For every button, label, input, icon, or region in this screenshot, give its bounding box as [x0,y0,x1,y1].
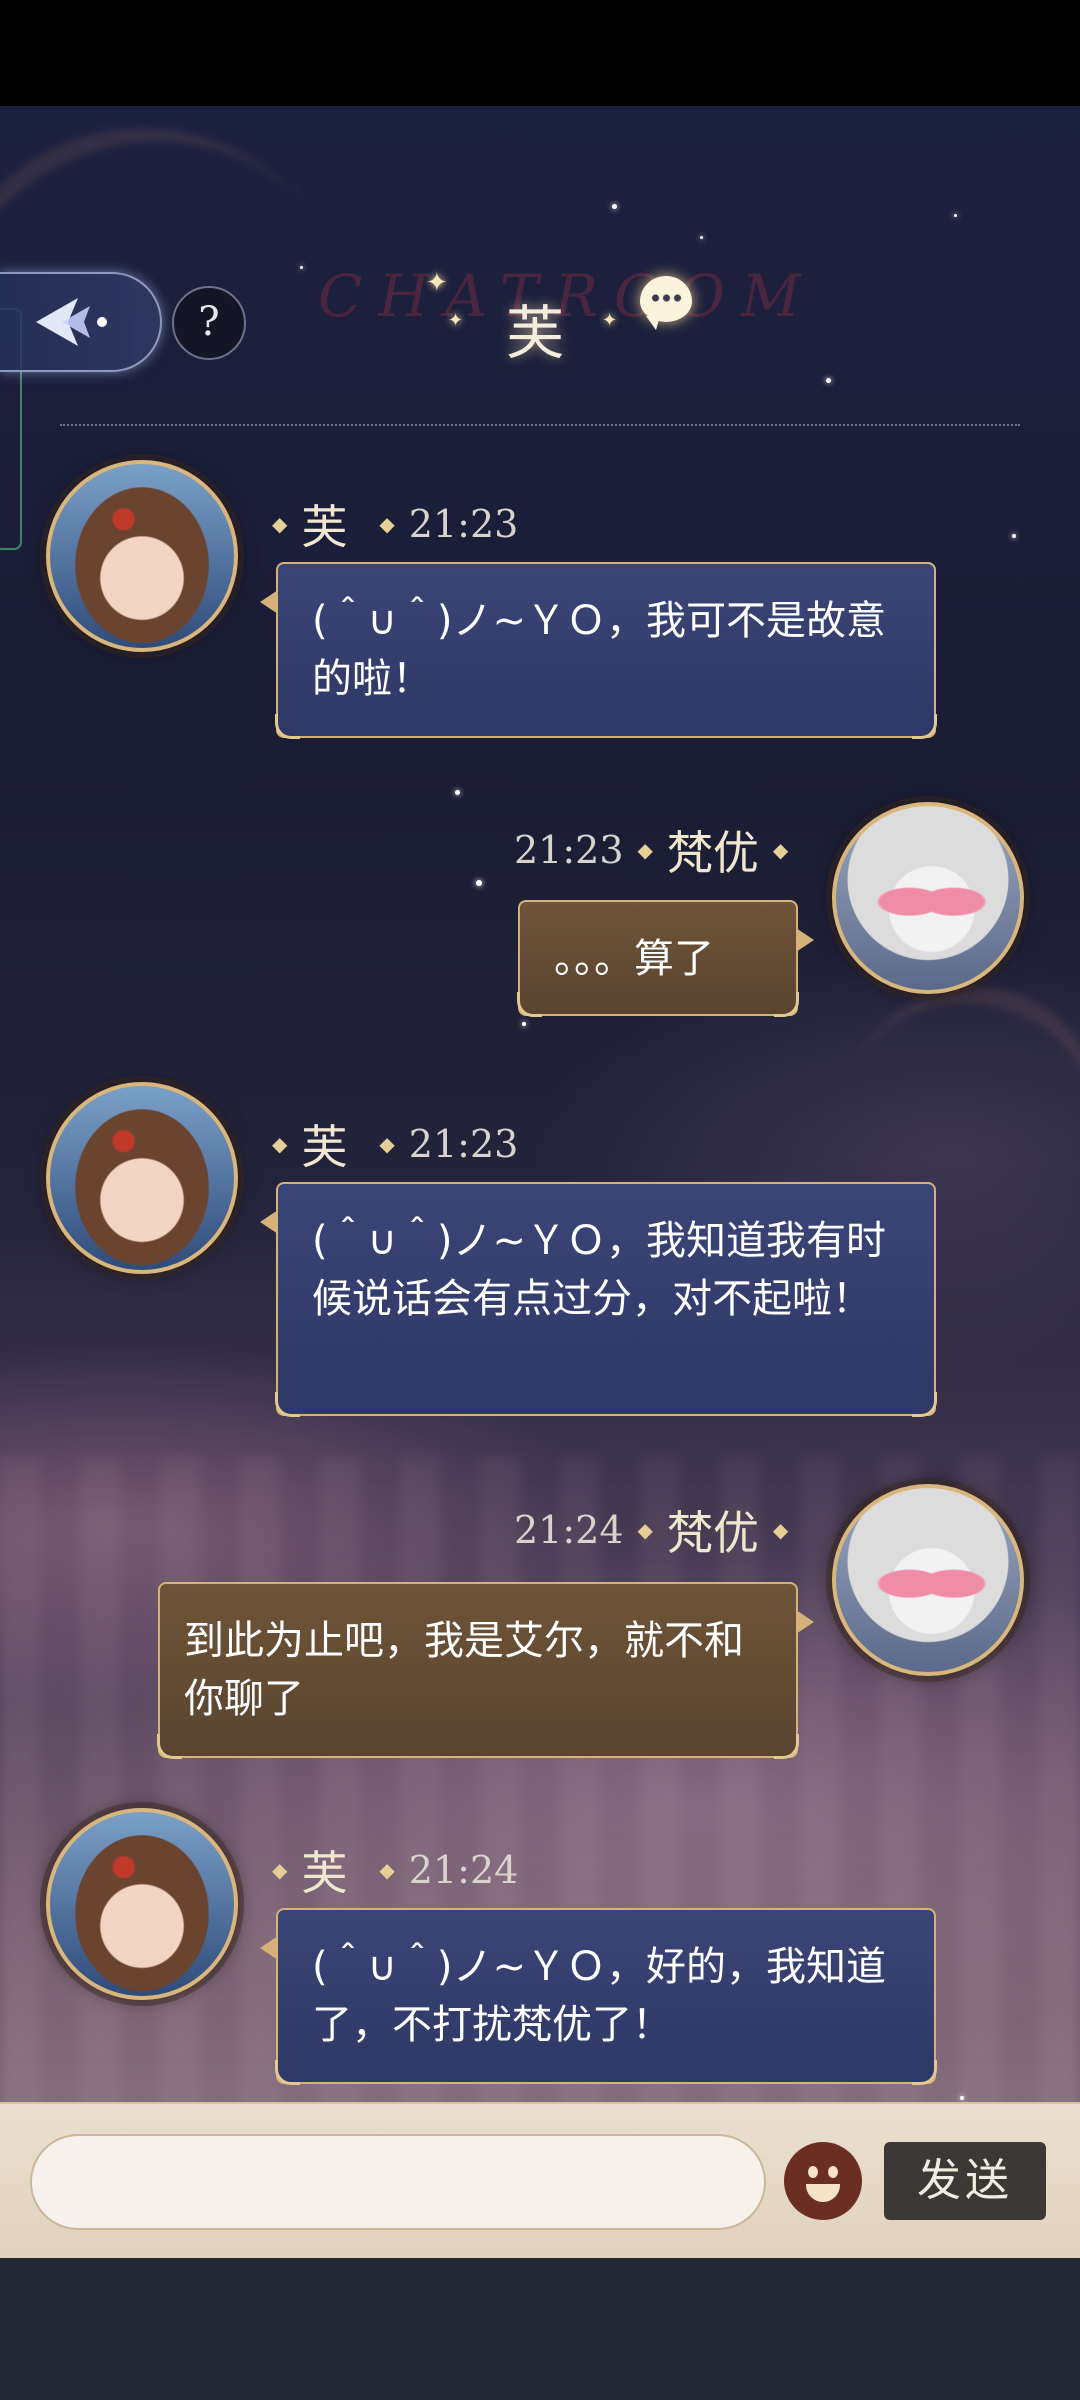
avatar-fanyou[interactable] [832,802,1024,994]
sender-name: 芙 [301,1846,348,1900]
message-text: 到此为止吧，我是艾尔，就不和你聊了 [184,1618,744,1722]
chat-title: 芙 [505,299,564,367]
header-divider [60,424,1020,426]
message-meta: ◆ 芙 ◆ 21:24 [258,1840,518,1900]
message-time: 21:24 [408,1848,519,1892]
message-time: 21:23 [408,1122,519,1166]
message-meta: ◆ 芙 ◆ 21:23 [258,1114,518,1174]
message-bubble[interactable]: (＾∪＾)ノ~ＹＯ，好的，我知道了，不打扰梵优了！ [260,1908,937,2085]
message-time: 21:24 [514,1508,624,1552]
sender-name: 梵优 [666,826,759,880]
help-button[interactable]: ? [172,286,246,360]
message-meta: 21:24 ◆ 梵优 ◆ [514,1500,802,1560]
sender-name: 梵优 [666,1506,759,1560]
avatar-fu[interactable] [46,1082,238,1274]
sparkle-icon: ✦ [448,310,464,331]
back-button[interactable] [0,272,162,372]
sparkle-icon: ✦ [426,268,448,298]
message-time: 21:23 [408,502,519,546]
message-text: (＾∪＾)ノ~ＹＯ，好的，我知道了，不打扰梵优了！ [312,1944,887,2048]
message-meta: 21:23 ◆ 梵优 ◆ [514,820,802,880]
emoji-button[interactable] [784,2142,862,2220]
message-time: 21:23 [514,828,624,872]
message-bubble[interactable]: (＾∪＾)ノ~ＹＯ，我可不是故意的啦！ [260,562,937,739]
sparkle-icon: ✦ [602,310,618,331]
sender-name: 芙 [301,1120,348,1174]
back-icon [36,298,107,346]
message-text: (＾∪＾)ノ~ＹＯ，我知道我有时候说话会有点过分，对不起啦！ [312,1218,887,1322]
message-input[interactable] [30,2134,766,2230]
avatar-fu[interactable] [46,460,238,652]
message-meta: ◆ 芙 ◆ 21:23 [258,494,518,554]
status-bar [0,0,1080,106]
chat-bubble-icon [640,276,692,330]
help-icon: ? [198,299,220,345]
system-nav-bar [0,2258,1080,2400]
message-bubble[interactable]: 到此为止吧，我是艾尔，就不和你聊了 [157,1582,814,1759]
sender-name: 芙 [301,500,348,554]
avatar-fanyou[interactable] [832,1484,1024,1676]
avatar-fu[interactable] [46,1808,238,2000]
message-bubble[interactable]: 。。。算了 [517,900,814,1017]
send-button[interactable]: 发送 [884,2142,1046,2220]
input-bar: 发送 [0,2102,1080,2260]
message-bubble[interactable]: (＾∪＾)ノ~ＹＯ，我知道我有时候说话会有点过分，对不起啦！ [260,1182,937,1417]
message-text: 。。。算了 [554,936,714,982]
message-text: (＾∪＾)ノ~ＹＯ，我可不是故意的啦！ [312,598,887,702]
